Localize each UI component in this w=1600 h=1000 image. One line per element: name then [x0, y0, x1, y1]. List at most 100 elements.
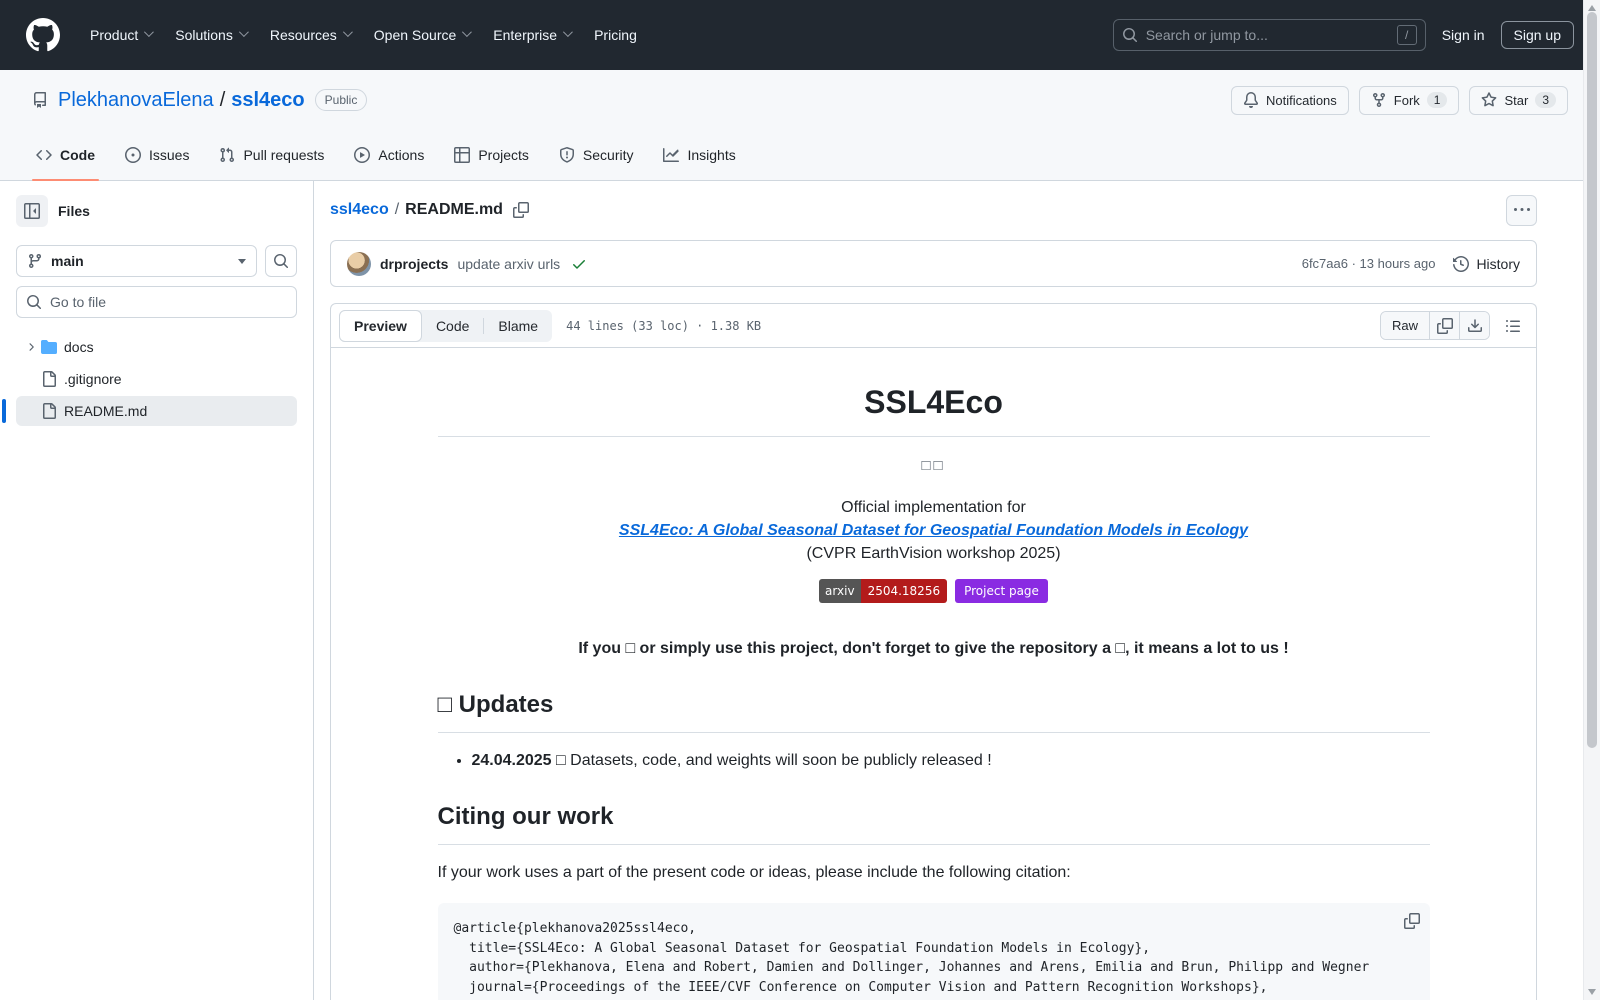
copy-file-button[interactable]	[1429, 312, 1459, 339]
chevron-down-icon	[563, 27, 573, 38]
nav-item-enterprise[interactable]: Enterprise	[485, 21, 578, 49]
readme-rendered: SSL4Eco □□ Official implementation for S…	[331, 348, 1536, 1000]
nav-item-label: Pricing	[594, 27, 637, 43]
avatar[interactable]	[347, 251, 371, 276]
tab-insights[interactable]: Insights	[651, 130, 747, 180]
visibility-badge: Public	[314, 89, 368, 111]
outline-button[interactable]	[1498, 311, 1528, 340]
fork-button[interactable]: Fork 1	[1358, 85, 1460, 115]
commit-sha-time[interactable]: 6fc7aa6 · 13 hours ago	[1302, 256, 1436, 271]
notifications-button[interactable]: Notifications	[1230, 85, 1349, 115]
search-input[interactable]	[1145, 27, 1389, 43]
tree-item-gitignore[interactable]: .gitignore	[16, 364, 297, 394]
repo-header-band: PlekhanovaElena / ssl4eco Public Notific…	[0, 70, 1600, 181]
checks-status-icon[interactable]	[571, 256, 587, 272]
tab-issues[interactable]: Issues	[113, 130, 201, 180]
updates-heading: □ Updates	[437, 687, 1430, 734]
tab-preview[interactable]: Preview	[339, 309, 422, 342]
branch-selector[interactable]: main	[16, 245, 257, 277]
sign-in-link[interactable]: Sign in	[1442, 27, 1485, 43]
breadcrumb-repo-link[interactable]: ssl4eco	[330, 201, 389, 219]
tab-label: Insights	[687, 147, 736, 163]
tree-item-docs[interactable]: docs	[16, 332, 297, 362]
arxiv-badge-label: arxiv	[819, 579, 861, 604]
fork-label: Fork	[1393, 92, 1420, 108]
tab-code[interactable]: Code	[24, 130, 107, 181]
nav-item-label: Open Source	[373, 27, 457, 43]
tab-pull-requests[interactable]: Pull requests	[207, 130, 336, 180]
file-toolbar: Preview Code Blame 44 lines (33 loc) · 1…	[331, 304, 1536, 348]
github-logo-icon[interactable]	[26, 18, 60, 52]
tree-item-label: README.md	[64, 403, 148, 419]
repo-name-link[interactable]: ssl4eco	[231, 89, 304, 112]
file-tree-sidebar: Files main docs	[0, 181, 314, 1000]
go-to-file-box	[16, 286, 297, 318]
tab-actions[interactable]: Actions	[342, 130, 436, 180]
tree-item-readme[interactable]: README.md	[2, 396, 297, 426]
fork-icon	[1372, 93, 1385, 108]
go-to-file-input[interactable]	[50, 294, 287, 310]
tab-security[interactable]: Security	[547, 130, 646, 180]
nav-item-resources[interactable]: Resources	[262, 21, 358, 49]
commit-message-link[interactable]: update arxiv urls	[457, 256, 560, 272]
star-button[interactable]: Star 3	[1469, 85, 1568, 115]
code-line: journal={Proceedings of the IEEE/CVF Con…	[453, 979, 1268, 995]
file-stats: 44 lines (33 loc) · 1.38 KB	[566, 318, 762, 333]
file-icon	[43, 403, 56, 419]
collapse-sidebar-button[interactable]	[16, 195, 48, 227]
shield-icon	[559, 147, 574, 163]
copy-code-button[interactable]	[1403, 913, 1420, 930]
repo-separator: /	[219, 88, 226, 111]
more-options-button[interactable]	[1506, 194, 1537, 226]
file-icon	[43, 371, 56, 387]
chevron-down-icon	[238, 27, 249, 38]
tab-code-view[interactable]: Code	[422, 310, 483, 342]
triangle-down-icon	[238, 258, 246, 264]
github-repo-page: Product Solutions Resources Open Source …	[0, 0, 1600, 1000]
play-icon	[354, 147, 371, 163]
arxiv-badge-value: 2504.18256	[860, 579, 948, 604]
copy-path-button[interactable]	[512, 202, 529, 218]
main-content: ssl4eco / README.md drprojects update ar…	[314, 181, 1600, 1000]
download-button[interactable]	[1459, 312, 1489, 339]
global-search-box[interactable]: /	[1112, 19, 1426, 51]
venue-line: (CVPR EarthVision workshop 2025)	[806, 544, 1061, 562]
project-page-badge[interactable]: Project page	[955, 579, 1048, 604]
tab-label: Issues	[149, 147, 190, 163]
nav-item-open-source[interactable]: Open Source	[366, 21, 478, 49]
update-item: 24.04.2025 □ Datasets, code, and weights…	[472, 749, 1430, 773]
search-icon	[1122, 28, 1137, 43]
sign-up-button[interactable]: Sign up	[1500, 21, 1574, 49]
nav-item-product[interactable]: Product	[82, 21, 159, 49]
star-icon	[1482, 92, 1497, 107]
tree-item-label: docs	[64, 339, 94, 355]
nav-item-label: Resources	[269, 27, 337, 43]
tree-search-button[interactable]	[265, 245, 297, 277]
git-branch-icon	[28, 254, 41, 269]
fork-count: 1	[1426, 92, 1448, 108]
scroll-up-arrow[interactable]	[1588, 5, 1596, 11]
history-button[interactable]: History	[1453, 256, 1520, 272]
citing-heading: Citing our work	[437, 799, 1430, 846]
repo-owner-link[interactable]: PlekhanovaElena	[58, 89, 214, 112]
chevron-down-icon	[342, 27, 353, 38]
files-title: Files	[58, 203, 90, 219]
folder-icon	[41, 340, 57, 354]
nav-item-pricing[interactable]: Pricing	[586, 21, 645, 49]
scroll-down-arrow[interactable]	[1588, 989, 1596, 995]
tab-label: Projects	[478, 147, 529, 163]
arxiv-badge[interactable]: arxiv 2504.18256	[819, 579, 948, 604]
commit-author-link[interactable]: drprojects	[380, 256, 448, 272]
history-label: History	[1476, 255, 1520, 272]
nav-item-solutions[interactable]: Solutions	[167, 21, 254, 49]
file-tree: docs .gitignore README.md	[2, 332, 297, 426]
page-scrollbar[interactable]	[1583, 0, 1600, 1000]
paper-link[interactable]: SSL4Eco: A Global Seasonal Dataset for G…	[619, 522, 1248, 539]
raw-button[interactable]: Raw	[1380, 312, 1429, 339]
scrollbar-thumb[interactable]	[1587, 12, 1597, 748]
tab-projects[interactable]: Projects	[442, 130, 541, 180]
tab-blame[interactable]: Blame	[484, 310, 552, 342]
nav-item-label: Solutions	[175, 27, 233, 43]
copy-icon	[512, 202, 529, 218]
chevron-down-icon	[462, 27, 473, 38]
